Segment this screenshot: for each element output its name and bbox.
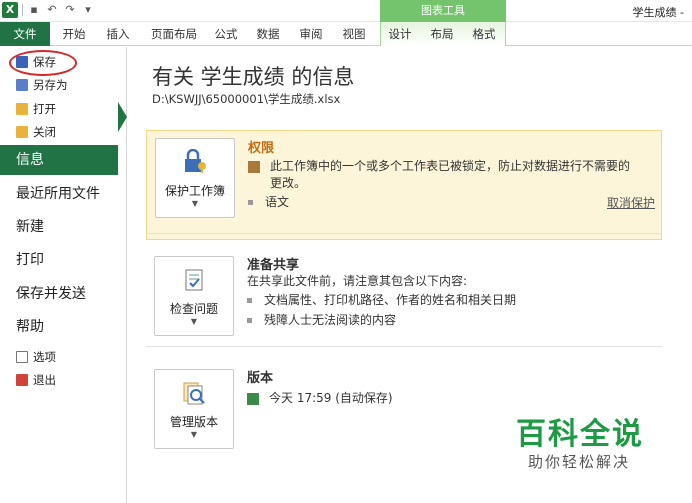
exit-icon (16, 374, 28, 386)
nav-open[interactable]: 打开 (16, 99, 56, 119)
options-icon (16, 351, 28, 363)
share-item: 残障人士无法阅读的内容 (247, 312, 396, 329)
version-entry-text: 今天 17:59 (自动保存) (269, 391, 393, 405)
protect-workbook-label: 保护工作簿 (164, 184, 225, 198)
chart-tools-context-group: 图表工具 (380, 0, 506, 22)
check-issues-button[interactable]: 检查问题 ▼ (154, 256, 234, 336)
nav-save-as[interactable]: 另存为 (16, 75, 68, 95)
share-item: 文档属性、打印机路径、作者的姓名和相关日期 (247, 292, 516, 309)
qat-separator (22, 4, 23, 16)
watermark-slogan: 助你轻松解决 (528, 453, 631, 471)
selected-nav-arrow (118, 102, 127, 132)
share-item-text: 残障人士无法阅读的内容 (264, 313, 397, 327)
share-item-text: 文档属性、打印机路径、作者的姓名和相关日期 (264, 293, 517, 307)
tab-formulas[interactable]: 公式 (208, 22, 244, 46)
permissions-line-1: 此工作簿中的一个或多个工作表已被锁定，防止对数据进行不需要的 (270, 159, 631, 173)
manage-versions-label: 管理版本 (169, 415, 218, 429)
tab-layout[interactable]: 布局 (424, 22, 460, 46)
nav-info[interactable]: 信息 (0, 145, 118, 175)
tab-view[interactable]: 视图 (336, 22, 372, 46)
tab-page-layout[interactable]: 页面布局 (144, 22, 204, 46)
watermark: 百科全说 助你轻松解决 (500, 393, 670, 483)
nav-save-send[interactable]: 保存并发送 (0, 279, 127, 309)
dropdown-caret-icon: ▼ (191, 199, 199, 208)
check-issues-label: 检查问题 (169, 302, 218, 316)
nav-save-as-label: 另存为 (33, 78, 68, 92)
dropdown-caret-icon: ▼ (190, 317, 198, 326)
page-title: 有关 学生成绩 的信息 (152, 65, 355, 89)
locked-sheet-name: 语文 (265, 195, 290, 209)
folder-close-icon (16, 126, 28, 138)
customize-qat-icon[interactable]: ▾ (81, 3, 95, 17)
tab-review[interactable]: 审阅 (293, 22, 329, 46)
share-title: 准备共享 (247, 258, 300, 273)
locked-sheet-item: 语文 (248, 194, 289, 211)
nav-new[interactable]: 新建 (0, 212, 127, 242)
tab-home[interactable]: 开始 (54, 22, 94, 46)
nav-close-label: 关闭 (33, 125, 56, 139)
versions-title: 版本 (247, 371, 274, 386)
protect-workbook-button[interactable]: 保护工作簿 ▼ (155, 138, 235, 218)
highlight-circle (9, 50, 77, 76)
file-path: D:\KSWJJ\65000001\学生成绩.xlsx (152, 92, 341, 106)
autosave-file-icon (247, 392, 259, 405)
bullet-icon (248, 200, 253, 205)
bullet-icon (247, 318, 252, 323)
save-as-icon (16, 79, 28, 91)
folder-open-icon (16, 103, 28, 115)
title-bar: X ▪ ↶ ↷ ▾ 图表工具 学生成绩 - (0, 0, 692, 22)
tab-design[interactable]: 设计 (382, 22, 418, 46)
prepare-share-card: 检查问题 ▼ 准备共享 在共享此文件前，请注意其包含以下内容: 文档属性、打印机… (146, 233, 662, 336)
share-description: 在共享此文件前，请注意其包含以下内容: (247, 274, 468, 288)
nav-exit-label: 退出 (33, 373, 56, 387)
nav-help[interactable]: 帮助 (0, 312, 127, 342)
bullet-icon (247, 298, 252, 303)
tab-format[interactable]: 格式 (466, 22, 502, 46)
manage-versions-button[interactable]: 管理版本 ▼ (154, 369, 234, 449)
tab-data[interactable]: 数据 (250, 22, 286, 46)
permissions-text-1: 此工作簿中的一个或多个工作表已被锁定，防止对数据进行不需要的 (248, 158, 630, 175)
nav-close[interactable]: 关闭 (16, 122, 56, 142)
permissions-line-2: 更改。 (270, 176, 307, 190)
nav-recent[interactable]: 最近所用文件 (0, 179, 127, 209)
permissions-title: 权限 (248, 141, 275, 156)
nav-exit[interactable]: 退出 (16, 370, 56, 390)
window-title: 学生成绩 - (632, 6, 684, 19)
nav-print[interactable]: 打印 (0, 245, 127, 275)
save-icon[interactable]: ▪ (27, 3, 41, 17)
lock-key-icon (185, 148, 206, 173)
excel-logo-icon[interactable]: X (2, 2, 18, 18)
tab-file[interactable]: 文件 (0, 22, 50, 46)
versions-icon (183, 382, 205, 405)
permissions-card: 保护工作簿 ▼ 权限 此工作簿中的一个或多个工作表已被锁定，防止对数据进行不需要… (146, 130, 662, 240)
unprotect-link[interactable]: 取消保护 (607, 194, 655, 211)
nav-options-label: 选项 (33, 350, 56, 364)
nav-open-label: 打开 (33, 102, 56, 116)
dropdown-caret-icon: ▼ (190, 430, 198, 439)
watermark-brand: 百科全说 (516, 417, 644, 452)
tab-insert[interactable]: 插入 (100, 22, 136, 46)
check-document-icon (185, 269, 203, 291)
sheet-lock-icon (248, 160, 260, 173)
version-entry[interactable]: 今天 17:59 (自动保存) (247, 390, 393, 407)
backstage-nav: 保存 另存为 打开 关闭 信息 最近所用文件 新建 打印 保存并发送 帮助 选项… (0, 47, 127, 503)
nav-options[interactable]: 选项 (16, 347, 56, 367)
redo-icon[interactable]: ↷ (63, 3, 77, 17)
undo-icon[interactable]: ↶ (45, 3, 59, 17)
quick-access-toolbar: X ▪ ↶ ↷ ▾ (2, 2, 95, 18)
